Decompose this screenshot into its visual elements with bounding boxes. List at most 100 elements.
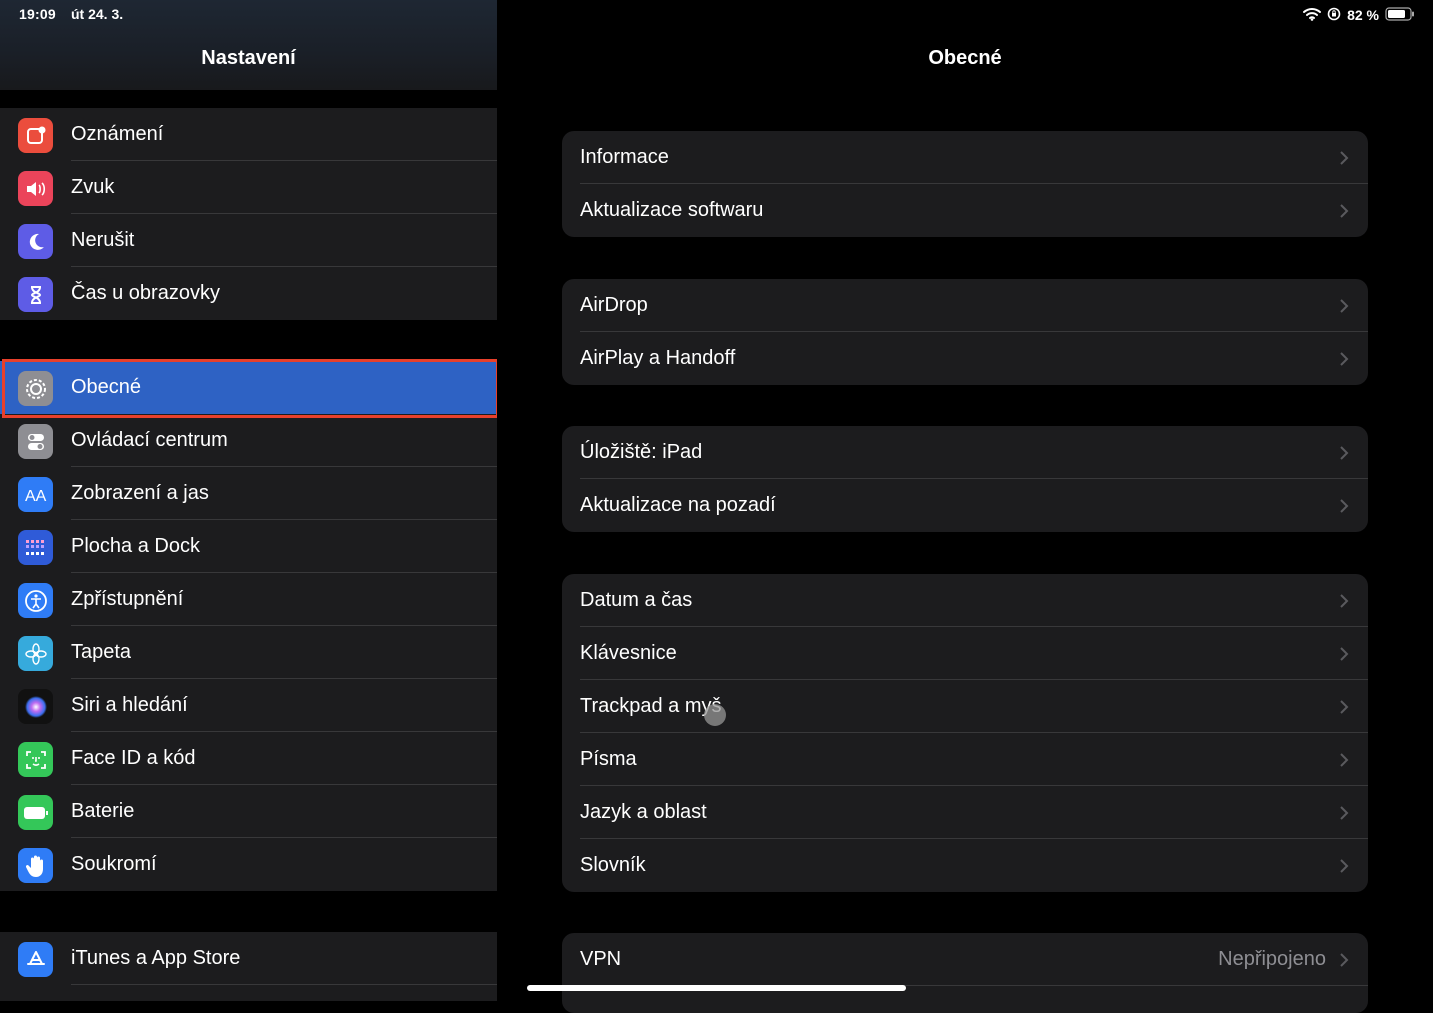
- sidebar-item-label: Soukromí: [71, 853, 157, 875]
- toggles-icon: [18, 424, 53, 459]
- settings-row-date-time[interactable]: Datum a čas: [562, 574, 1368, 627]
- sidebar-item-accessibility[interactable]: Zpřístupnění: [0, 573, 497, 626]
- chevron-right-icon: [1340, 446, 1349, 460]
- status-bar-right: 82 %: [1303, 6, 1415, 24]
- settings-card-5: VPN Nepřipojeno: [562, 933, 1368, 1013]
- settings-row-keyboard[interactable]: Klávesnice: [562, 627, 1368, 680]
- sidebar-item-label: iTunes a App Store: [71, 947, 241, 969]
- sidebar-item-label: Zpřístupnění: [71, 588, 184, 610]
- settings-row-trackpad-mouse[interactable]: Trackpad a myš: [562, 680, 1368, 733]
- sidebar-group-1: Oznámení Zvuk Nerušit Čas u obrazovky: [0, 108, 497, 320]
- sidebar-item-label: Ovládací centrum: [71, 429, 228, 451]
- face-id-icon: [18, 742, 53, 777]
- sidebar-item-home-dock[interactable]: Plocha a Dock: [0, 520, 497, 573]
- sidebar-item-battery[interactable]: Baterie: [0, 785, 497, 838]
- sidebar-item-screen-time[interactable]: Čas u obrazovky: [0, 267, 497, 320]
- page-title: Obecné: [928, 47, 1002, 69]
- chevron-right-icon: [1340, 352, 1349, 366]
- hand-icon: [18, 848, 53, 883]
- sidebar-item-label: Tapeta: [71, 641, 132, 663]
- chevron-right-icon: [1340, 700, 1349, 714]
- home-grid-icon: [18, 530, 53, 565]
- sidebar-item-display-brightness[interactable]: AA Zobrazení a jas: [0, 467, 497, 520]
- settings-row-airdrop[interactable]: AirDrop: [562, 279, 1368, 332]
- siri-icon: [18, 689, 53, 724]
- settings-card-2: AirDrop AirPlay a Handoff: [562, 279, 1368, 385]
- settings-row-language-region[interactable]: Jazyk a oblast: [562, 786, 1368, 839]
- sidebar-item-label: Siri a hledání: [71, 694, 188, 716]
- row-label: Aktualizace softwaru: [580, 199, 764, 221]
- settings-row-software-update[interactable]: Aktualizace softwaru: [562, 184, 1368, 237]
- pointer-cursor: [704, 704, 726, 726]
- sidebar-group-2: Obecné Ovládací centrum AA Zobrazení a j…: [0, 361, 497, 891]
- status-time: 19:09: [19, 6, 56, 22]
- svg-text:AA: AA: [25, 488, 47, 505]
- row-label: VPN: [580, 948, 622, 970]
- sidebar-item-do-not-disturb[interactable]: Nerušit: [0, 214, 497, 267]
- sidebar-item-siri[interactable]: Siri a hledání: [0, 679, 497, 732]
- sidebar-item-notifications[interactable]: Oznámení: [0, 108, 497, 161]
- settings-row-dictionary[interactable]: Slovník: [562, 839, 1368, 892]
- row-label: Klávesnice: [580, 642, 677, 664]
- row-label: Informace: [580, 146, 669, 168]
- row-label: AirPlay a Handoff: [580, 347, 736, 369]
- battery-icon: [18, 795, 53, 830]
- moon-icon: [18, 224, 53, 259]
- detail-pane: 82 % Obecné Informace Aktualizace softwa…: [497, 0, 1433, 1013]
- sidebar-group-3: iTunes a App Store: [0, 932, 497, 1001]
- sidebar-item-label: Nerušit: [71, 229, 135, 251]
- wifi-icon: [1303, 7, 1322, 24]
- text-size-icon: AA: [18, 477, 53, 512]
- row-label: Aktualizace na pozadí: [580, 494, 776, 516]
- row-label: Slovník: [580, 854, 646, 876]
- settings-row-fonts[interactable]: Písma: [562, 733, 1368, 786]
- chevron-right-icon: [1340, 499, 1349, 513]
- sidebar-item-face-id[interactable]: Face ID a kód: [0, 732, 497, 785]
- chevron-right-icon: [1340, 204, 1349, 218]
- gear-icon: [18, 371, 53, 406]
- sidebar-item-app-store[interactable]: iTunes a App Store: [0, 932, 497, 985]
- speaker-icon: [18, 171, 53, 206]
- sidebar-item-privacy[interactable]: Soukromí: [0, 838, 497, 891]
- sidebar-item-label: Baterie: [71, 800, 135, 822]
- chevron-right-icon: [1340, 859, 1349, 873]
- sidebar-item-label: Plocha a Dock: [71, 535, 200, 557]
- status-date: út 24. 3.: [71, 6, 124, 22]
- chevron-right-icon: [1340, 753, 1349, 767]
- settings-row-airplay-handoff[interactable]: AirPlay a Handoff: [562, 332, 1368, 385]
- row-label: Úložiště: iPad: [580, 441, 703, 463]
- row-label: Písma: [580, 748, 637, 770]
- sidebar-item-label: Zobrazení a jas: [71, 482, 209, 504]
- flower-icon: [18, 636, 53, 671]
- sidebar-item-label: Obecné: [71, 376, 142, 398]
- row-label: Jazyk a oblast: [580, 801, 707, 823]
- row-label: Datum a čas: [580, 589, 693, 611]
- settings-row-storage[interactable]: Úložiště: iPad: [562, 426, 1368, 479]
- app-store-icon: [18, 942, 53, 977]
- home-indicator[interactable]: [527, 985, 906, 991]
- settings-row-background-refresh[interactable]: Aktualizace na pozadí: [562, 479, 1368, 532]
- sidebar-item-label: Oznámení: [71, 123, 164, 145]
- settings-row-vpn[interactable]: VPN Nepřipojeno: [562, 933, 1368, 986]
- row-label: AirDrop: [580, 294, 648, 316]
- sidebar-header: 19:09 út 24. 3. Nastavení: [0, 0, 497, 90]
- chevron-right-icon: [1340, 299, 1349, 313]
- sidebar-item-control-center[interactable]: Ovládací centrum: [0, 414, 497, 467]
- battery-percent: 82 %: [1347, 7, 1379, 23]
- row-label: Trackpad a myš: [580, 695, 722, 717]
- settings-row-about[interactable]: Informace: [562, 131, 1368, 184]
- sidebar-item-label: Zvuk: [71, 176, 115, 198]
- sidebar-title: Nastavení: [201, 47, 296, 69]
- chevron-right-icon: [1340, 647, 1349, 661]
- accessibility-icon: [18, 583, 53, 618]
- notifications-icon: [18, 118, 53, 153]
- sidebar-item-label: Face ID a kód: [71, 747, 196, 769]
- hourglass-icon: [18, 277, 53, 312]
- chevron-right-icon: [1340, 594, 1349, 608]
- vpn-status-value: Nepřipojeno: [1218, 948, 1326, 970]
- chevron-right-icon: [1340, 151, 1349, 165]
- sidebar-item-sound[interactable]: Zvuk: [0, 161, 497, 214]
- sidebar-item-wallpaper[interactable]: Tapeta: [0, 626, 497, 679]
- settings-card-1: Informace Aktualizace softwaru: [562, 131, 1368, 237]
- sidebar-item-general[interactable]: Obecné: [0, 361, 497, 414]
